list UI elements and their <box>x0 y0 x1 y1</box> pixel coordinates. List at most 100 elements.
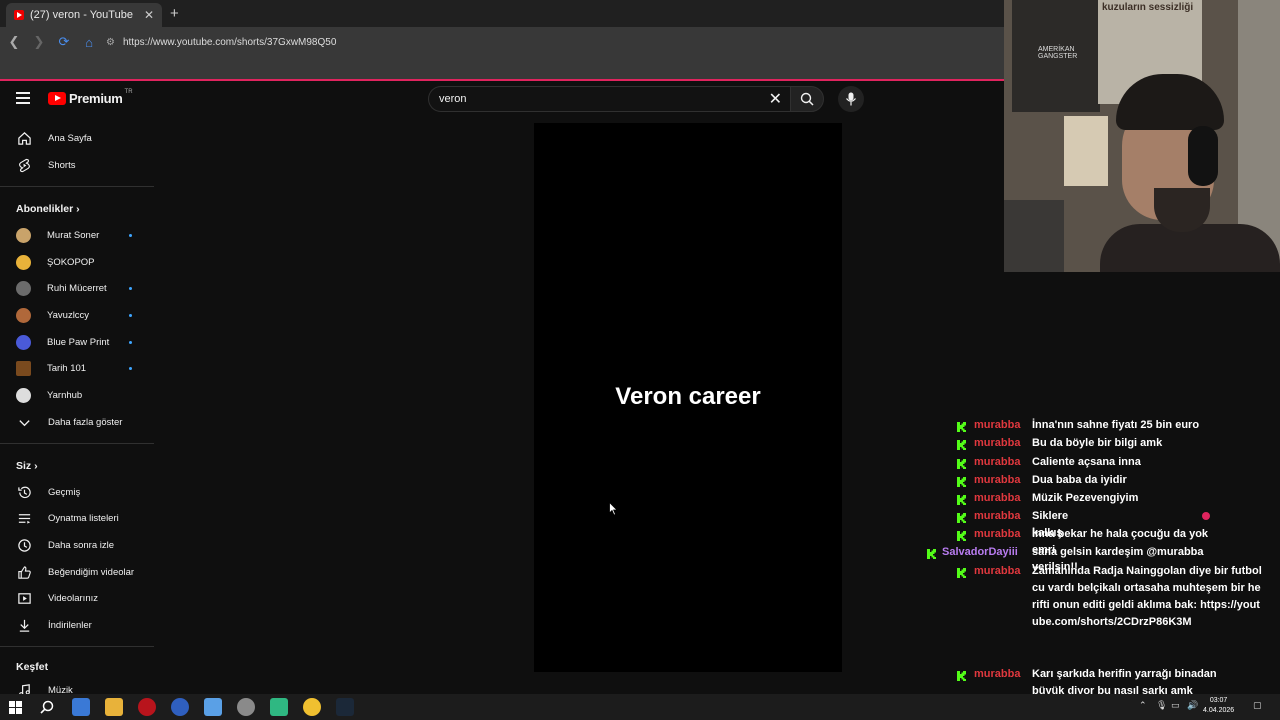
sidebar-item-downloads[interactable]: İndirilenler <box>0 612 154 638</box>
app-icon[interactable] <box>138 698 156 716</box>
chat-username[interactable]: murabba <box>974 472 1020 489</box>
sidebar-item-label: Beğendiğim videolar <box>48 566 135 578</box>
youtube-play-icon <box>48 92 66 105</box>
watch-later-icon <box>16 537 32 553</box>
chat-text: Zamanında Radja Nainggolan diye bir futb… <box>1032 565 1262 628</box>
new-tab-icon[interactable]: + <box>170 5 179 22</box>
sidebar-divider <box>0 186 154 187</box>
search-value: veron <box>439 93 467 105</box>
new-content-dot <box>129 286 132 290</box>
site-info-icon[interactable]: ⚙ <box>106 37 115 48</box>
windows-taskbar: ⌃ 🎙 ▭ 🔊 03:07 4.04.2026 ▢ <box>0 694 1280 720</box>
close-tab-icon[interactable]: ✕ <box>144 8 154 22</box>
browser-toolbar: ❮ ❯ ⟳ ⌂ ⚙ https://www.youtube.com/shorts… <box>0 27 1004 57</box>
reload-icon[interactable]: ⟳ <box>53 31 75 53</box>
tray-chevron-icon[interactable]: ⌃ <box>1139 700 1147 711</box>
sidebar-item-watch-later[interactable]: Daha sonra izle <box>0 532 154 558</box>
forward-icon[interactable]: ❯ <box>28 31 50 53</box>
subscription-item[interactable]: ŞOKOPOP <box>0 249 154 275</box>
sidebar-item-shorts[interactable]: Shorts <box>0 152 154 178</box>
chat-text: sana gelsin kardeşim @murabba <box>1032 546 1204 558</box>
you-header[interactable]: Siz › <box>16 460 38 472</box>
subscription-item[interactable]: Blue Paw Print <box>0 329 154 355</box>
chrome-icon[interactable] <box>303 698 321 716</box>
chat-username[interactable]: murabba <box>974 435 1020 452</box>
sidebar-item-label: Shorts <box>48 159 76 171</box>
chat-username[interactable]: murabba <box>974 526 1020 543</box>
sidebar-divider <box>0 646 154 647</box>
voice-search-button[interactable] <box>838 86 864 112</box>
subscription-label: ŞOKOPOP <box>47 256 95 268</box>
avatar <box>16 254 31 270</box>
emote-icon <box>1202 512 1210 520</box>
back-icon[interactable]: ❮ <box>3 31 25 53</box>
hamburger-menu-icon[interactable] <box>16 92 30 104</box>
your-videos-icon <box>16 590 32 606</box>
steam-icon[interactable] <box>336 698 354 716</box>
browser-tab[interactable]: (27) veron - YouTube ✕ <box>6 3 162 27</box>
poster-text: AMERİKAN GANGSTER <box>1038 46 1078 60</box>
app-icon[interactable] <box>270 698 288 716</box>
youtube-premium-logo[interactable]: Premium TR <box>48 89 133 106</box>
notifications-icon[interactable]: ▢ <box>1253 700 1262 711</box>
kick-badge-icon <box>957 530 966 541</box>
sidebar-item-your-videos[interactable]: Videolarınız <box>0 585 154 611</box>
search-button[interactable] <box>790 86 824 112</box>
subscription-item[interactable]: Ruhi Mücerret <box>0 275 154 301</box>
file-explorer-icon[interactable] <box>105 698 123 716</box>
shorts-video-player[interactable]: Veron career <box>534 123 842 672</box>
subscriptions-header[interactable]: Abonelikler › <box>16 203 80 215</box>
search-icon[interactable] <box>38 698 56 716</box>
home-icon <box>16 130 32 146</box>
youtube-favicon-icon <box>14 10 24 20</box>
volume-icon[interactable]: 🔊 <box>1187 700 1198 711</box>
chat-text: Caliente açsana inna <box>1032 456 1141 468</box>
sidebar-item-label: Videolarınız <box>48 592 98 604</box>
network-icon[interactable]: ▭ <box>1171 700 1180 711</box>
taskbar-clock[interactable]: 03:07 4.04.2026 <box>1203 696 1234 716</box>
avatar <box>16 280 31 296</box>
subscription-item[interactable]: Yarnhub <box>0 382 154 408</box>
chat-username[interactable]: murabba <box>974 417 1020 434</box>
sidebar-item-history[interactable]: Geçmiş <box>0 479 154 505</box>
search-input[interactable]: veron ✕ <box>428 86 790 112</box>
sidebar-item-label: Geçmiş <box>48 486 81 498</box>
browser-icon[interactable] <box>171 698 189 716</box>
sidebar-item-label: Daha sonra izle <box>48 539 115 551</box>
youtube-header: Premium TR veron ✕ <box>0 82 1004 116</box>
address-bar[interactable]: ⚙ https://www.youtube.com/shorts/37GxwM9… <box>106 31 1004 53</box>
clock-time: 03:07 <box>1209 697 1228 704</box>
microphone-tray-icon[interactable]: 🎙 <box>1156 700 1167 711</box>
store-icon[interactable] <box>72 698 90 716</box>
avatar <box>16 307 31 323</box>
sidebar-item-label: Oynatma listeleri <box>48 512 119 524</box>
logo-text: Premium <box>69 91 123 106</box>
sidebar-item-home[interactable]: Ana Sayfa <box>0 125 154 151</box>
subscription-item[interactable]: Murat Soner <box>0 222 154 248</box>
chat-username[interactable]: murabba <box>974 490 1020 507</box>
sidebar-item-liked-videos[interactable]: Beğendiğim videolar <box>0 559 154 585</box>
avatar <box>16 387 31 403</box>
tab-title: (27) veron - YouTube <box>30 9 133 21</box>
app-icon[interactable] <box>237 698 255 716</box>
chat-username[interactable]: murabba <box>974 666 1020 683</box>
chat-username[interactable]: murabba <box>974 563 1020 580</box>
sidebar-item-playlists[interactable]: Oynatma listeleri <box>0 505 154 531</box>
webcam-overlay: AMERİKAN GANGSTER kuzuların sessizliği <box>1004 0 1280 272</box>
app-icon[interactable] <box>204 698 222 716</box>
chat-username[interactable]: murabba <box>974 508 1020 525</box>
explore-header: Keşfet <box>16 661 49 673</box>
subscription-item[interactable]: Yavuzlccy <box>0 302 154 328</box>
chat-username[interactable]: SalvadorDayiii <box>942 544 1018 561</box>
subscription-label: Yavuzlccy <box>47 309 90 321</box>
kick-badge-icon <box>957 421 966 432</box>
home-icon[interactable]: ⌂ <box>78 31 100 53</box>
show-more-button[interactable]: Daha fazla göster <box>0 409 154 435</box>
mouse-cursor-icon <box>609 502 618 516</box>
browser-tab-bar: (27) veron - YouTube ✕ + <box>0 0 1004 27</box>
clear-search-icon[interactable]: ✕ <box>769 89 782 109</box>
sidebar-item-label: Ana Sayfa <box>48 132 92 144</box>
subscription-item[interactable]: Tarih 101 <box>0 355 154 381</box>
chat-username[interactable]: murabba <box>974 454 1020 471</box>
windows-start-icon[interactable] <box>6 698 24 716</box>
